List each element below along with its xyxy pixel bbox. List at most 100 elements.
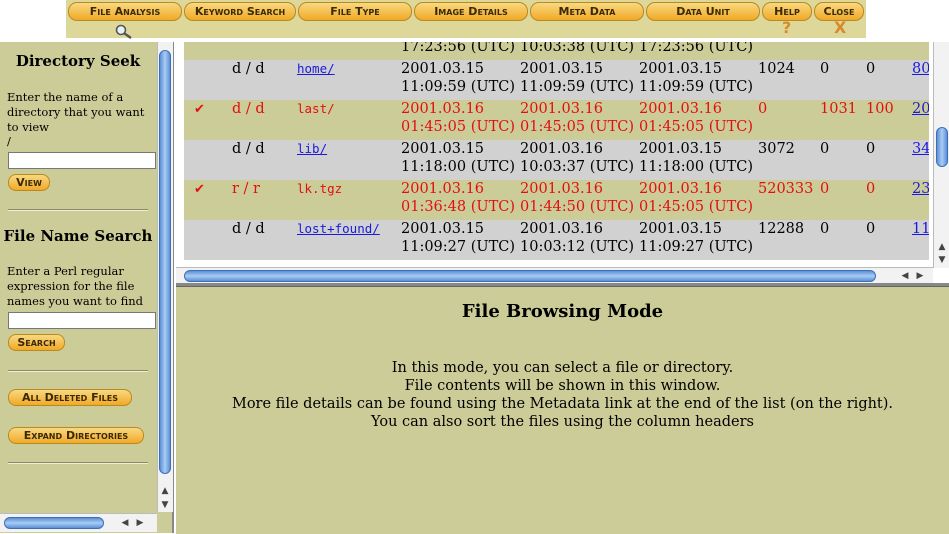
time-changed: 2001.03.15 11:18:00 (UTC) <box>639 140 753 176</box>
time-written: 2001.03.1517:23:56 (UTC) <box>401 42 515 56</box>
time-written: 2001.03.16 01:36:48 (UTC) <box>401 180 515 216</box>
file-name-search-text: Enter a Perl regular expression for the … <box>7 264 144 308</box>
metadata-link[interactable]: 34 <box>912 140 929 158</box>
date: 2001.03.16 <box>520 181 604 197</box>
scroll-left-icon[interactable]: ◀ <box>119 517 131 529</box>
file-uid: 0 <box>820 61 830 77</box>
scroll-thumb[interactable] <box>159 50 171 474</box>
info-line: More file details can be found using the… <box>231 396 894 412</box>
metadata-link[interactable]: 201 <box>912 100 929 118</box>
date: 2001.03.15 <box>639 141 723 157</box>
time-changed: 2001.03.15 11:09:27 (UTC) <box>639 220 753 256</box>
file-type: d / d <box>232 101 265 117</box>
file-size: 1024 <box>758 61 795 77</box>
sidebar-vertical-scrollbar[interactable]: ▲ ▼ <box>157 42 173 512</box>
scroll-down-icon[interactable]: ▼ <box>159 499 171 511</box>
time-written: 2001.03.15 11:18:00 (UTC) <box>401 140 515 176</box>
expand-directories-button[interactable]: Expand Directories <box>8 427 144 444</box>
view-button[interactable]: View <box>8 174 50 191</box>
tab-file-type[interactable]: File Type <box>298 2 412 21</box>
file-row[interactable]: d / d home/2001.03.15 11:09:59 (UTC) 2001.0… <box>184 60 929 100</box>
sidebar: Directory Seek Enter the name of a direc… <box>0 42 174 533</box>
tab-meta-data[interactable]: Meta Data <box>530 2 644 21</box>
file-name-link[interactable]: lib/ <box>297 140 327 158</box>
content-panel: File Browsing Mode In this mode, you can… <box>176 286 949 534</box>
date: 2001.03.15 <box>520 61 604 77</box>
tab-keyword-search[interactable]: Keyword Search <box>184 2 296 21</box>
metadata-link[interactable]: 23 <box>912 180 929 198</box>
scroll-up-icon[interactable]: ▲ <box>936 241 948 253</box>
directory-input[interactable] <box>8 152 156 169</box>
mode-title: File Browsing Mode <box>461 301 664 322</box>
scroll-right-icon[interactable]: ▶ <box>134 517 146 529</box>
file-uid: 0 <box>820 141 830 157</box>
time: 01:36:48 (UTC) <box>401 199 516 215</box>
file-name-link[interactable]: lk.tgz <box>297 180 342 198</box>
file-name-link[interactable]: last/ <box>297 100 335 118</box>
scroll-thumb[interactable] <box>4 517 104 529</box>
time: 17:23:56 (UTC) <box>401 42 516 55</box>
scroll-left-icon[interactable]: ◀ <box>899 270 911 282</box>
scroll-thumb[interactable] <box>184 270 876 282</box>
file-name-input[interactable] <box>8 312 156 329</box>
time: 01:45:05 (UTC) <box>639 199 754 215</box>
file-gid: 0 <box>866 181 876 197</box>
all-deleted-files-button[interactable]: All Deleted Files <box>8 389 132 406</box>
file-name-link[interactable]: lost+found/ <box>297 220 380 238</box>
file-uid: 0 <box>820 181 830 197</box>
toolbar: File Analysis Keyword Search File Type I… <box>0 0 949 42</box>
file-gid: 0 <box>866 141 876 157</box>
scroll-down-icon[interactable]: ▼ <box>936 254 948 266</box>
time: 01:44:50 (UTC) <box>520 199 635 215</box>
time-changed: 2001.03.16 01:45:05 (UTC) <box>639 180 753 216</box>
divider <box>8 370 148 372</box>
file-row[interactable]: d / dfloppy/2001.03.1517:23:56 (UTC)2001… <box>184 42 929 60</box>
scroll-right-icon[interactable]: ▶ <box>914 270 926 282</box>
time-accessed: 2001.03.16 10:03:12 (UTC) <box>520 220 634 256</box>
scroll-thumb[interactable] <box>936 127 948 167</box>
file-gid: 0 <box>866 61 876 77</box>
file-row[interactable]: ✔ d / d last/2001.03.16 01:45:05 (UTC) 2001.… <box>184 100 929 140</box>
time-changed: 2001.03.15 11:09:59 (UTC) <box>639 60 753 96</box>
date: 2001.03.15 <box>401 141 485 157</box>
file-type: r / r <box>232 181 260 197</box>
file-row[interactable]: d / d lib/2001.03.15 11:18:00 (UTC) 2001.03… <box>184 140 929 180</box>
time: 11:09:27 (UTC) <box>401 239 516 255</box>
close-icon[interactable]: X <box>834 18 846 37</box>
time: 01:45:05 (UTC) <box>401 119 516 135</box>
file-gid: 100 <box>866 101 894 117</box>
file-row[interactable]: ✔ r / r lk.tgz 2001.03.16 01:36:48 (UTC) 2001… <box>184 180 929 220</box>
date: 2001.03.16 <box>520 101 604 117</box>
file-size: 520333 <box>758 181 814 197</box>
tab-image-details[interactable]: Image Details <box>414 2 528 21</box>
info-line: File contents will be shown in this wind… <box>404 378 721 394</box>
tab-file-analysis[interactable]: File Analysis <box>68 2 182 21</box>
metadata-link[interactable]: 802 <box>912 60 929 78</box>
file-name-link[interactable]: home/ <box>297 60 335 78</box>
help-icon[interactable]: ? <box>782 18 791 37</box>
date: 2001.03.16 <box>520 221 604 237</box>
sidebar-horizontal-scrollbar[interactable]: ◀ ▶ <box>0 513 157 532</box>
file-list-vertical-scrollbar[interactable]: ▲ ▼ <box>933 42 949 268</box>
time: 11:18:00 (UTC) <box>401 159 516 175</box>
time: 11:18:00 (UTC) <box>639 159 754 175</box>
tab-bar: File Analysis Keyword Search File Type I… <box>66 0 866 39</box>
scroll-up-icon[interactable]: ▲ <box>159 485 171 497</box>
divider <box>8 209 148 211</box>
time-changed: 2001.03.16 01:45:05 (UTC) <box>639 100 753 136</box>
tab-data-unit[interactable]: Data Unit <box>646 2 760 21</box>
time: 17:23:56 (UTC) <box>639 42 754 55</box>
time: 11:09:59 (UTC) <box>639 79 754 95</box>
time: 01:45:05 (UTC) <box>639 119 754 135</box>
file-list-panel: d / dfloppy/2001.03.1517:23:56 (UTC)2001… <box>176 42 949 286</box>
date: 2001.03.15 <box>639 221 723 237</box>
file-row[interactable]: d / d lost+found/2001.03.15 11:09:27 (UTC)… <box>184 220 929 260</box>
metadata-link[interactable]: 11 <box>912 220 929 238</box>
time-accessed: 2001.03.1610:03:38 (UTC) <box>520 42 634 56</box>
search-button[interactable]: Search <box>8 334 65 351</box>
directory-seek-title: Directory Seek <box>15 52 141 70</box>
file-list-horizontal-scrollbar[interactable]: ◀ ▶ <box>176 267 933 283</box>
file-type: d / d <box>232 61 265 77</box>
time-written: 2001.03.16 01:45:05 (UTC) <box>401 100 515 136</box>
date: 2001.03.16 <box>401 101 485 117</box>
